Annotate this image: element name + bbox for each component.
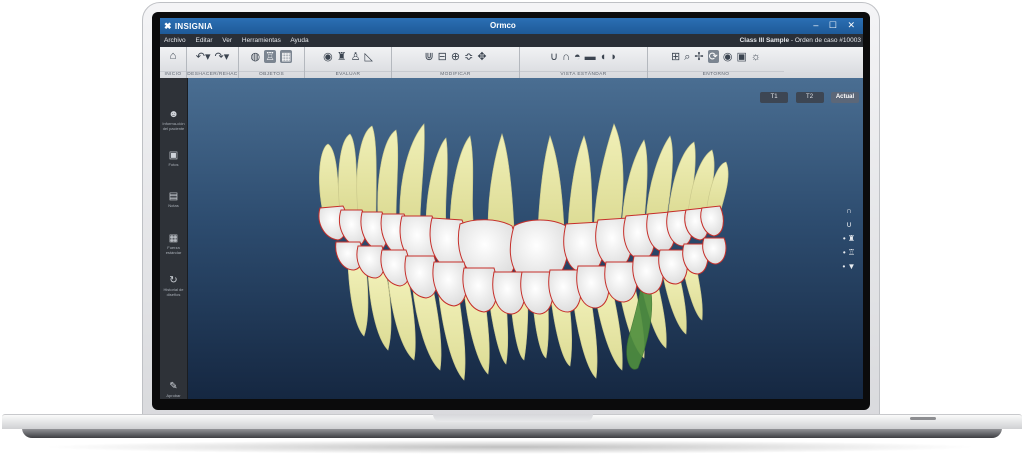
menu-ver[interactable]: Ver [222,37,232,44]
sidebar-label-approve: Aprobar [166,393,181,398]
toolbar-group-vista: ∪ ∩ ◓ ▬ ◖ ◗ VISTA ESTÁNDAR [520,47,648,78]
laptop-status-light [910,417,936,420]
left-sidebar: ☻ Informa-ción del paciente ▣ Fotos ▤ No… [160,78,188,399]
camera-icon: ▣ [168,150,179,161]
sidebar-label-force: Fuerza estándar [165,245,182,255]
patient-icon: ☻ [168,109,179,120]
tooth-measure-icon[interactable]: ♜ [337,50,347,63]
rotate-icon[interactable]: ⟳ [707,50,719,63]
application-screen: ✖ INSIGNIA Ormco – ☐ ✕ Archivo Editar Ver… [160,18,863,399]
case-name: Class III Sample [739,37,790,44]
brand-logo: ✖ INSIGNIA [164,21,213,32]
insignia-logo-icon: ✖ [164,21,172,31]
stage-t2-button[interactable]: T2 [795,92,824,103]
toolbar-group-evaluar: ◉ ♜ ♙ ◺ EVALUAR [305,47,392,78]
upper-view-icon[interactable]: ∪ [550,50,558,63]
upper-teeth-toggle-icon[interactable]: • ♜ [841,234,857,248]
sidebar-label-photos: Fotos [168,162,179,167]
menu-archivo[interactable]: Archivo [164,37,186,44]
toolbar-label-entorno: ENTORNO [648,71,784,77]
move-icon[interactable]: ✥ [477,50,486,63]
home-icon[interactable]: ⌂ [170,50,177,62]
stage-current-button[interactable]: Actual [831,92,859,103]
brightness-icon[interactable]: ☼ [751,51,761,63]
toolbar-group-inicio: ⌂ INICIO [160,47,187,78]
laptop-trackpad-notch [433,414,593,422]
dental-model[interactable] [188,78,863,399]
tooth-icon[interactable]: ♖ [264,50,277,63]
toolbar-group-entorno: ⊞ ⌕ ✢ ⟳ ◉ ▣ ☼ ENTORNO [648,47,784,78]
eye-icon[interactable]: ◉ [723,50,733,63]
sidebar-item-approve[interactable]: ✎ Aprobar [160,381,187,398]
menu-herramientas[interactable]: Herramientas [242,37,281,44]
toolbar-label-inicio: INICIO [160,71,186,77]
sidebar-item-force[interactable]: ▦ Fuerza estándar [160,233,187,255]
undo-icon[interactable]: ↶▾ [196,50,211,63]
brand-name: INSIGNIA [174,22,213,31]
window-title: Ormco [490,21,516,30]
roots-toggle-icon[interactable]: • ▼ [841,262,857,276]
notes-icon: ▤ [168,191,179,202]
ribbon-toolbar: ⌂ INICIO ↶▾ ↷▾ DESHACER/REHAC ◍ ♖ ▦ OBJETOS… [160,47,863,79]
toolbar-group-objetos: ◍ ♖ ▦ OBJETOS [239,47,305,78]
toolbar-label-vista: VISTA ESTÁNDAR [520,71,647,77]
arch-panel-icon[interactable]: ▦ [280,50,293,63]
stage-t1-button[interactable]: T1 [760,92,789,103]
window-controls[interactable]: – ☐ ✕ [813,20,859,31]
lower-arch-toggle-icon[interactable]: ∪ [841,220,857,234]
case-info: Class III Sample - Orden de caso #10003 [740,37,861,44]
lower-teeth-toggle-icon[interactable]: • ♖ [841,248,857,262]
sidebar-label-patient: Informa-ción del paciente [162,121,185,131]
occlusal-view-icon[interactable]: ▬ [585,51,596,63]
target-icon[interactable]: ⊕ [451,50,460,63]
front-view-icon[interactable]: ◓ [574,51,581,63]
arch-modify-icon[interactable]: ⋓ [424,50,433,63]
menu-bar: Archivo Editar Ver Herramientas Ayuda Cl… [160,34,863,47]
3d-viewport[interactable]: T1 T2 Actual ∩ ∪ • ♜ • ♖ • ▼ [188,78,863,399]
title-bar: ✖ INSIGNIA Ormco – ☐ ✕ [160,18,863,34]
toolbar-label-evaluar: EVALUAR [305,71,391,77]
layers-icon[interactable]: ▣ [736,50,746,63]
left-view-icon[interactable]: ◖ [600,51,607,63]
angle-icon[interactable]: ◺ [364,50,372,63]
lower-view-icon[interactable]: ∩ [562,51,570,63]
sidebar-item-photos[interactable]: ▣ Fotos [160,150,187,167]
menu-editar[interactable]: Editar [196,37,213,44]
objects-icon[interactable]: ◍ [251,50,261,63]
toolbar-label-modificar: MODIFICAR [392,71,519,77]
stage-selector: T1 T2 Actual [757,85,859,103]
upper-arch-toggle-icon[interactable]: ∩ [841,206,857,220]
menu-ayuda[interactable]: Ayuda [290,37,308,44]
measure-icon[interactable]: ◉ [323,50,333,63]
history-icon: ↻ [169,275,178,286]
sidebar-label-history: Historial de diseños [163,287,184,297]
right-view-icon[interactable]: ◗ [610,51,617,63]
table-icon: ▦ [168,233,179,244]
case-order: - Orden de caso #10003 [789,37,861,44]
teeth-row-icon[interactable]: ≎ [464,50,473,63]
approve-icon: ✎ [169,381,178,392]
sidebar-item-history[interactable]: ↻ Historial de diseños [160,275,187,297]
ipr-icon[interactable]: ⊟ [438,50,447,63]
pan-icon[interactable]: ✢ [694,50,703,63]
sidebar-label-notes: Notas [168,203,179,208]
arch-visibility-tools: ∩ ∪ • ♜ • ♖ • ▼ [841,206,857,276]
toolbar-label-objetos: OBJETOS [239,71,304,77]
toolbar-group-deshacer: ↶▾ ↷▾ DESHACER/REHAC [187,47,239,78]
sidebar-item-notes[interactable]: ▤ Notas [160,191,187,208]
bite-icon[interactable]: ♙ [351,50,361,63]
laptop-base-bottom [22,428,1002,438]
menu-items: Archivo Editar Ver Herramientas Ayuda [164,37,317,44]
toolbar-group-modificar: ⋓ ⊟ ⊕ ≎ ✥ MODIFICAR [392,47,520,78]
redo-icon[interactable]: ↷▾ [215,50,230,63]
laptop-shadow [40,440,980,454]
sidebar-item-patient-info[interactable]: ☻ Informa-ción del paciente [160,109,187,131]
grid-icon[interactable]: ⊞ [671,50,680,63]
toolbar-label-deshacer: DESHACER/REHAC [187,71,238,77]
zoom-icon[interactable]: ⌕ [684,51,690,64]
